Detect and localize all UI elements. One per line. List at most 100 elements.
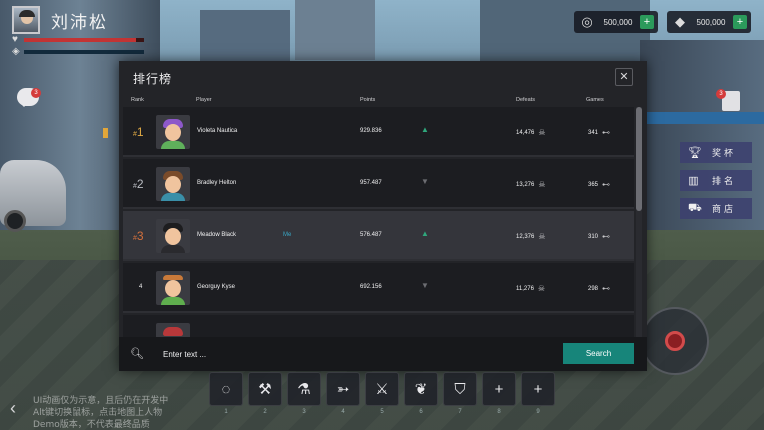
potion-icon: ⚗ <box>297 381 311 398</box>
skull-icon: ☠ <box>538 128 546 137</box>
col-rank: Rank <box>131 97 144 103</box>
gamepad-icon: ⊷ <box>602 128 611 137</box>
player-avatar[interactable] <box>12 6 40 34</box>
search-input[interactable] <box>163 346 513 362</box>
search-button[interactable]: Search <box>563 343 634 364</box>
coin-counter: ◎ 500,000 + <box>574 11 658 33</box>
bar-chart-icon: ▥ <box>688 175 702 187</box>
dock-slot-8[interactable]: +8 <box>482 372 516 415</box>
defeats-cell: 14,476 ☠ <box>516 128 546 137</box>
leaf-icon: ❦ <box>414 381 428 398</box>
dock-slot-5[interactable]: ⚔ 5 <box>365 372 399 415</box>
skull-icon: ☠ <box>537 284 546 293</box>
player-name-cell: Meadow Black <box>197 232 237 238</box>
table-row[interactable]: #2 Bradley Helton 957.487 ▼ 13,276 ☠ 365 ⊷ <box>123 159 634 209</box>
player-name-cell: Georguy Kyse <box>197 284 236 290</box>
trend-down-icon: ▼ <box>421 177 429 186</box>
gamepad-icon: ⊷ <box>602 232 611 241</box>
rank-cell: 4 <box>139 284 143 290</box>
side-menu-ranking[interactable]: ▥ 排名 <box>680 170 752 191</box>
table-row-current-player[interactable]: #3 Meadow Black Me 576.487 ▲ 12,376 ☠ 310… <box>123 211 634 261</box>
coin-value: 500,000 <box>603 17 633 27</box>
background-building <box>295 0 375 60</box>
chat-badge: 3 <box>31 88 41 98</box>
games-cell: 365 ⊷ <box>588 180 611 189</box>
dock-slot-9[interactable]: +9 <box>521 372 555 415</box>
mana-bar <box>24 50 144 54</box>
add-coins-button[interactable]: + <box>640 15 654 29</box>
cart-icon: ⛟ <box>688 201 705 214</box>
player-avatar <box>156 115 190 149</box>
dock-slot-4[interactable]: ➳ 4 <box>326 372 360 415</box>
player-name: 刘沛松 <box>51 13 108 33</box>
joystick-knob[interactable] <box>665 331 685 351</box>
me-badge: Me <box>283 232 292 238</box>
side-menu-trophy[interactable]: 🏆︎ 奖杯 <box>680 142 752 163</box>
health-bar <box>24 38 144 42</box>
shield-icon: ⛉ <box>454 380 466 398</box>
defeats-cell: 12,376 ☠ <box>516 232 546 241</box>
diamond-counter: ◆ 500,000 + <box>667 11 751 33</box>
table-row-partial[interactable] <box>123 315 634 337</box>
rank-cell: #3 <box>133 229 144 243</box>
side-menu-label: 奖杯 <box>712 148 737 158</box>
shield-small-icon: ◈ <box>12 46 20 57</box>
col-games: Games <box>586 97 604 103</box>
arrow-icon: ➳ <box>336 381 350 398</box>
side-menu-label: 排名 <box>712 176 737 186</box>
games-cell: 341 ⊷ <box>588 128 611 137</box>
leaderboard-list[interactable]: #1 Violeta Nautica 929.836 ▲ 14,476 ☠ 341… <box>119 107 634 337</box>
diamond-icon: ◆ <box>675 14 685 29</box>
points-cell: 692.156 <box>360 284 382 290</box>
virtual-joystick[interactable] <box>641 307 709 375</box>
dock-slot-3[interactable]: ⚗ 3 <box>287 372 321 415</box>
gamepad-icon: ⊷ <box>602 180 611 189</box>
games-cell: 310 ⊷ <box>588 232 611 241</box>
table-row[interactable]: #1 Violeta Nautica 929.836 ▲ 14,476 ☠ 341… <box>123 107 634 157</box>
skull-icon: ☠ <box>538 180 546 189</box>
side-menu-shop[interactable]: ⛟ 商店 <box>680 198 752 219</box>
points-cell: 576.487 <box>360 232 382 238</box>
player-avatar <box>156 271 190 305</box>
trend-down-icon: ▼ <box>421 281 429 290</box>
player-avatar <box>156 219 190 253</box>
coin-icon: ◎ <box>581 14 593 29</box>
diamond-value: 500,000 <box>696 17 726 27</box>
col-defeats: Defeats <box>516 97 535 103</box>
background-lamp <box>103 128 108 138</box>
close-button[interactable]: ✕ <box>615 68 633 86</box>
plus-icon: + <box>494 380 504 398</box>
player-avatar <box>156 323 190 337</box>
background-sign <box>646 112 764 124</box>
quest-badge: 3 <box>716 89 726 99</box>
background-car <box>0 160 66 232</box>
scrollbar[interactable] <box>636 107 642 337</box>
search-bar: 🔍︎ Search <box>119 337 647 371</box>
player-name-cell: Bradley Helton <box>197 180 237 186</box>
wrench-icon: ⚒ <box>258 381 272 398</box>
ring-icon: ◌ <box>221 380 231 398</box>
search-icon: 🔍︎ <box>130 348 144 360</box>
dock-slot-2[interactable]: ⚒ 2 <box>248 372 282 415</box>
add-diamonds-button[interactable]: + <box>733 15 747 29</box>
axe-icon: ⚔ <box>375 381 389 398</box>
defeats-cell: 11,276 ☠ <box>516 284 546 293</box>
player-avatar <box>156 167 190 201</box>
skull-icon: ☠ <box>538 232 546 241</box>
table-row[interactable]: 4 Georguy Kyse 692.156 ▼ 11,276 ☠ 298 ⊷ <box>123 263 634 313</box>
side-menu-label: 商店 <box>712 204 737 214</box>
trend-up-icon: ▲ <box>421 229 429 238</box>
rank-cell: #2 <box>133 177 144 191</box>
dock-slot-1[interactable]: ◌ 1 <box>209 372 243 415</box>
points-cell: 957.487 <box>360 180 382 186</box>
defeats-cell: 13,276 ☠ <box>516 180 546 189</box>
points-cell: 929.836 <box>360 128 382 134</box>
dock-slot-6[interactable]: ❦ 6 <box>404 372 438 415</box>
col-points: Points <box>360 97 376 103</box>
games-cell: 298 ⊷ <box>588 284 611 293</box>
back-chevron-icon[interactable]: ‹ <box>10 398 16 419</box>
hint-line: Demo版本，不代表最终品质 <box>33 420 150 430</box>
dock-slot-7[interactable]: ⛉ 7 <box>443 372 477 415</box>
player-name-cell: Violeta Nautica <box>197 128 238 134</box>
table-header: Rank Player Points Defeats Games <box>119 93 647 107</box>
